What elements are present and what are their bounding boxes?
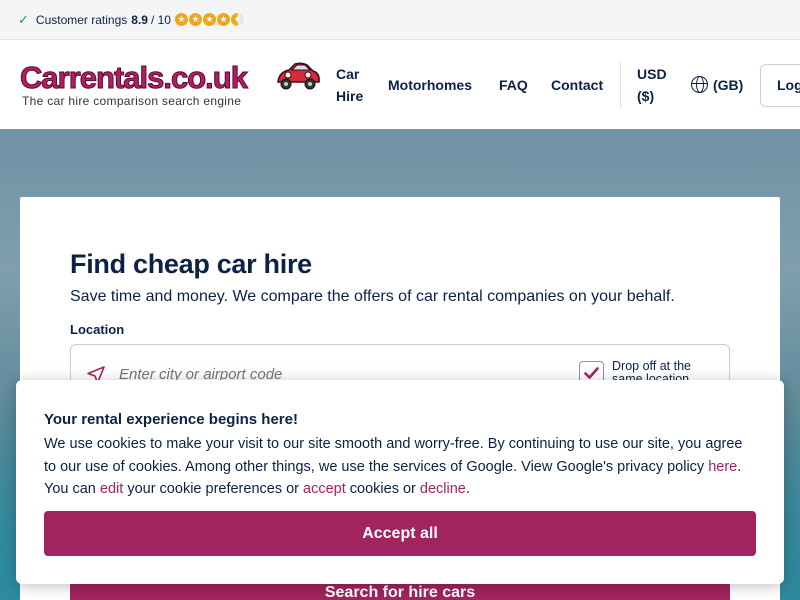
language-selector[interactable]: (GB) xyxy=(691,40,743,129)
rating-stars: ★ ★ ★ ★ ★ xyxy=(174,13,244,26)
cookie-text-part: cookies or xyxy=(345,481,420,497)
star-icon: ★ xyxy=(202,13,216,26)
cookie-text-part: . xyxy=(465,481,470,497)
rating-label: Customer ratings xyxy=(35,12,128,27)
checkmark-icon xyxy=(584,367,599,379)
location-label: Location xyxy=(70,322,125,337)
site-logo[interactable]: Carrentals.co.uk The car hire comparison… xyxy=(20,60,320,112)
star-icon: ★ xyxy=(174,13,188,26)
language-label[interactable]: (GB) xyxy=(713,77,743,93)
car-mascot-icon xyxy=(277,62,320,90)
nav-motorhomes-link[interactable]: Motorhomes xyxy=(388,77,472,93)
page-subtitle: Save time and money. We compare the offe… xyxy=(70,288,675,305)
logo-tagline: The car hire comparison search engine xyxy=(22,94,242,108)
nav-divider xyxy=(620,62,621,108)
cookie-text: We use cookies to make your visit to our… xyxy=(44,433,758,501)
globe-icon xyxy=(691,76,708,93)
star-icon: ★ xyxy=(188,13,202,26)
currency-selector[interactable]: USD ($) xyxy=(637,40,677,129)
nav-motorhomes[interactable]: Motorhomes xyxy=(388,40,472,129)
cookie-title: Your rental experience begins here! xyxy=(44,411,298,428)
check-icon: ✓ xyxy=(18,11,29,27)
login-button[interactable]: Log xyxy=(760,64,800,107)
accept-all-button[interactable]: Accept all xyxy=(44,511,756,556)
nav-car-hire-link[interactable]: Car Hire xyxy=(336,63,370,107)
decline-cookies-link[interactable]: decline xyxy=(420,481,466,497)
rating-bar: ✓ Customer ratings 8.9 / 10 ★ ★ ★ ★ ★ xyxy=(0,0,800,40)
rating-scale: / 10 xyxy=(150,12,171,27)
accept-cookies-link[interactable]: accept xyxy=(303,481,346,497)
cookie-text-part: your cookie preferences or xyxy=(123,481,304,497)
nav-car-hire[interactable]: Car Hire xyxy=(336,40,370,129)
cookie-text-part: We use cookies to make your visit to our… xyxy=(44,436,743,475)
page-title: Find cheap car hire xyxy=(70,249,312,279)
nav-contact-link[interactable]: Contact xyxy=(551,77,603,93)
edit-cookies-link[interactable]: edit xyxy=(100,481,123,497)
nav-contact[interactable]: Contact xyxy=(551,40,603,129)
cookie-banner: Your rental experience begins here! We u… xyxy=(16,380,784,584)
nav-faq[interactable]: FAQ xyxy=(499,40,528,129)
site-header: Carrentals.co.uk The car hire comparison… xyxy=(0,40,800,129)
rating-value: 8.9 xyxy=(131,12,148,27)
google-privacy-link[interactable]: here xyxy=(708,459,737,475)
currency-label[interactable]: USD ($) xyxy=(637,63,677,107)
nav-faq-link[interactable]: FAQ xyxy=(499,77,528,93)
half-star-icon: ★ xyxy=(230,13,244,26)
star-icon: ★ xyxy=(216,13,230,26)
